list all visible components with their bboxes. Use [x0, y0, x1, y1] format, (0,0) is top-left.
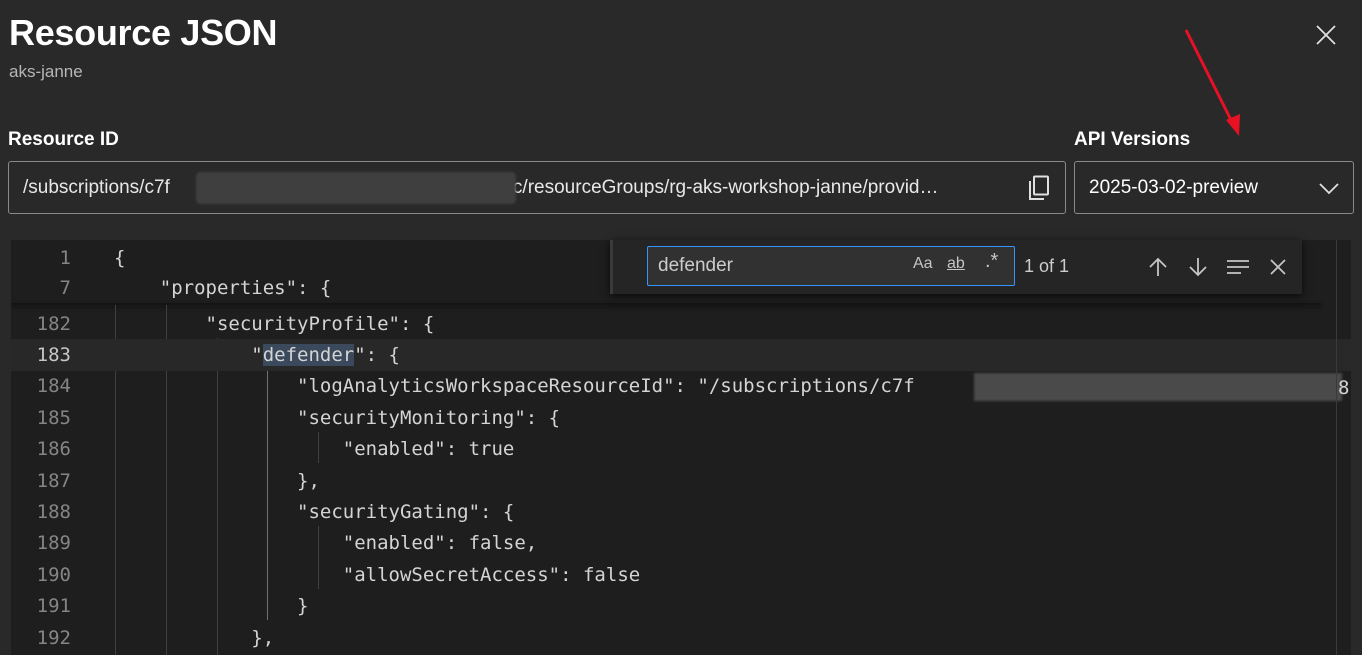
- line-number: 191: [36, 595, 71, 618]
- chevron-down-icon: [1319, 183, 1339, 195]
- code-text: "securityGating": {: [114, 501, 515, 524]
- code-text: },: [114, 469, 320, 492]
- line-number: 192: [36, 626, 71, 649]
- copy-icon: [1029, 175, 1049, 200]
- line-number: 190: [36, 563, 71, 586]
- redacted-text: [196, 172, 516, 204]
- code-text: "securityMonitoring": {: [114, 406, 561, 429]
- code-line[interactable]: 188 "securityGating": {: [11, 496, 1351, 527]
- code-text: {: [114, 246, 126, 269]
- code-line[interactable]: 191 }: [11, 591, 1351, 622]
- code-text: },: [114, 626, 275, 649]
- code-line[interactable]: 189 "enabled": false,: [11, 528, 1351, 559]
- line-number: 185: [36, 406, 71, 429]
- line-number: 184: [36, 375, 71, 398]
- find-widget: defender Aa ab .* 1 of 1: [610, 240, 1302, 294]
- redacted-text: [974, 373, 1342, 401]
- match-case-toggle[interactable]: Aa: [913, 255, 933, 273]
- code-text: "enabled": false,: [114, 532, 538, 555]
- close-find-button[interactable]: [1265, 254, 1291, 280]
- vertical-scrollbar[interactable]: [1336, 240, 1337, 655]
- line-number: 188: [36, 501, 71, 524]
- page-title: Resource JSON: [9, 12, 278, 53]
- code-text: "properties": {: [114, 276, 332, 299]
- api-version-select[interactable]: 2025-03-02-preview: [1074, 161, 1354, 214]
- close-icon: [1270, 259, 1286, 275]
- find-query: defender: [658, 255, 734, 276]
- code-tail-fragment: 8b: [1338, 377, 1351, 399]
- annotation-arrow-icon: [1184, 29, 1240, 136]
- arrow-up-icon: [1149, 257, 1167, 276]
- arrow-down-icon: [1189, 258, 1207, 277]
- close-icon: [1316, 25, 1336, 45]
- find-in-selection-button[interactable]: [1225, 254, 1251, 280]
- code-text: "enabled": true: [114, 438, 515, 461]
- selection-lines-icon: [1227, 260, 1249, 274]
- line-number: 189: [36, 532, 71, 555]
- line-number: 186: [36, 438, 71, 461]
- code-segment: ": [114, 344, 263, 367]
- regex-toggle[interactable]: .*: [985, 250, 998, 273]
- json-editor[interactable]: 1 { 7 "properties": { 182 "securityProfi…: [11, 240, 1351, 655]
- match-count: 1 of 1: [1024, 256, 1070, 276]
- line-number: 7: [59, 276, 71, 299]
- api-version-selected: 2025-03-02-preview: [1089, 176, 1258, 198]
- code-text: "allowSecretAccess": false: [114, 563, 641, 586]
- code-line[interactable]: 183 "defender": {: [11, 339, 1351, 371]
- code-line[interactable]: 182 "securityProfile": {: [11, 308, 1351, 339]
- code-line[interactable]: 192 },: [11, 622, 1351, 653]
- whole-word-toggle[interactable]: ab: [947, 255, 965, 273]
- line-number: 183: [36, 344, 71, 367]
- api-versions-label: API Versions: [1074, 129, 1191, 150]
- resource-name: aks-janne: [9, 62, 83, 81]
- search-match-highlight: defender: [262, 344, 355, 367]
- code-line[interactable]: 190 "allowSecretAccess": false: [11, 559, 1351, 590]
- code-line[interactable]: 187 },: [11, 465, 1351, 496]
- code-text: "defender": {: [114, 344, 400, 367]
- copy-button[interactable]: [1025, 174, 1053, 202]
- line-number: 187: [36, 469, 71, 492]
- resource-id-end: 58c/resourceGroups/rg-aks-workshop-janne…: [491, 176, 939, 198]
- code-line[interactable]: 185 "securityMonitoring": {: [11, 402, 1351, 433]
- resource-id-label: Resource ID: [8, 129, 119, 150]
- code-segment: ": {: [354, 344, 400, 367]
- resource-id-value: /subscriptions/c7f 58c/resourceGroups/rg-…: [23, 177, 1021, 199]
- close-button[interactable]: [1309, 18, 1343, 52]
- sticky-scroll-divider: [11, 303, 1321, 305]
- line-number: 182: [36, 312, 71, 335]
- line-number: 1: [59, 246, 71, 269]
- code-line[interactable]: 186 "enabled": true: [11, 434, 1351, 465]
- code-text: "logAnalyticsWorkspaceResourceId": "/sub…: [114, 375, 915, 398]
- resource-id-start: /subscriptions/c7f: [23, 176, 170, 198]
- resource-id-field[interactable]: /subscriptions/c7f 58c/resourceGroups/rg-…: [8, 161, 1066, 214]
- code-text: }: [114, 595, 309, 618]
- previous-match-button[interactable]: [1145, 254, 1171, 280]
- code-text: "securityProfile": {: [114, 312, 435, 335]
- next-match-button[interactable]: [1185, 254, 1211, 280]
